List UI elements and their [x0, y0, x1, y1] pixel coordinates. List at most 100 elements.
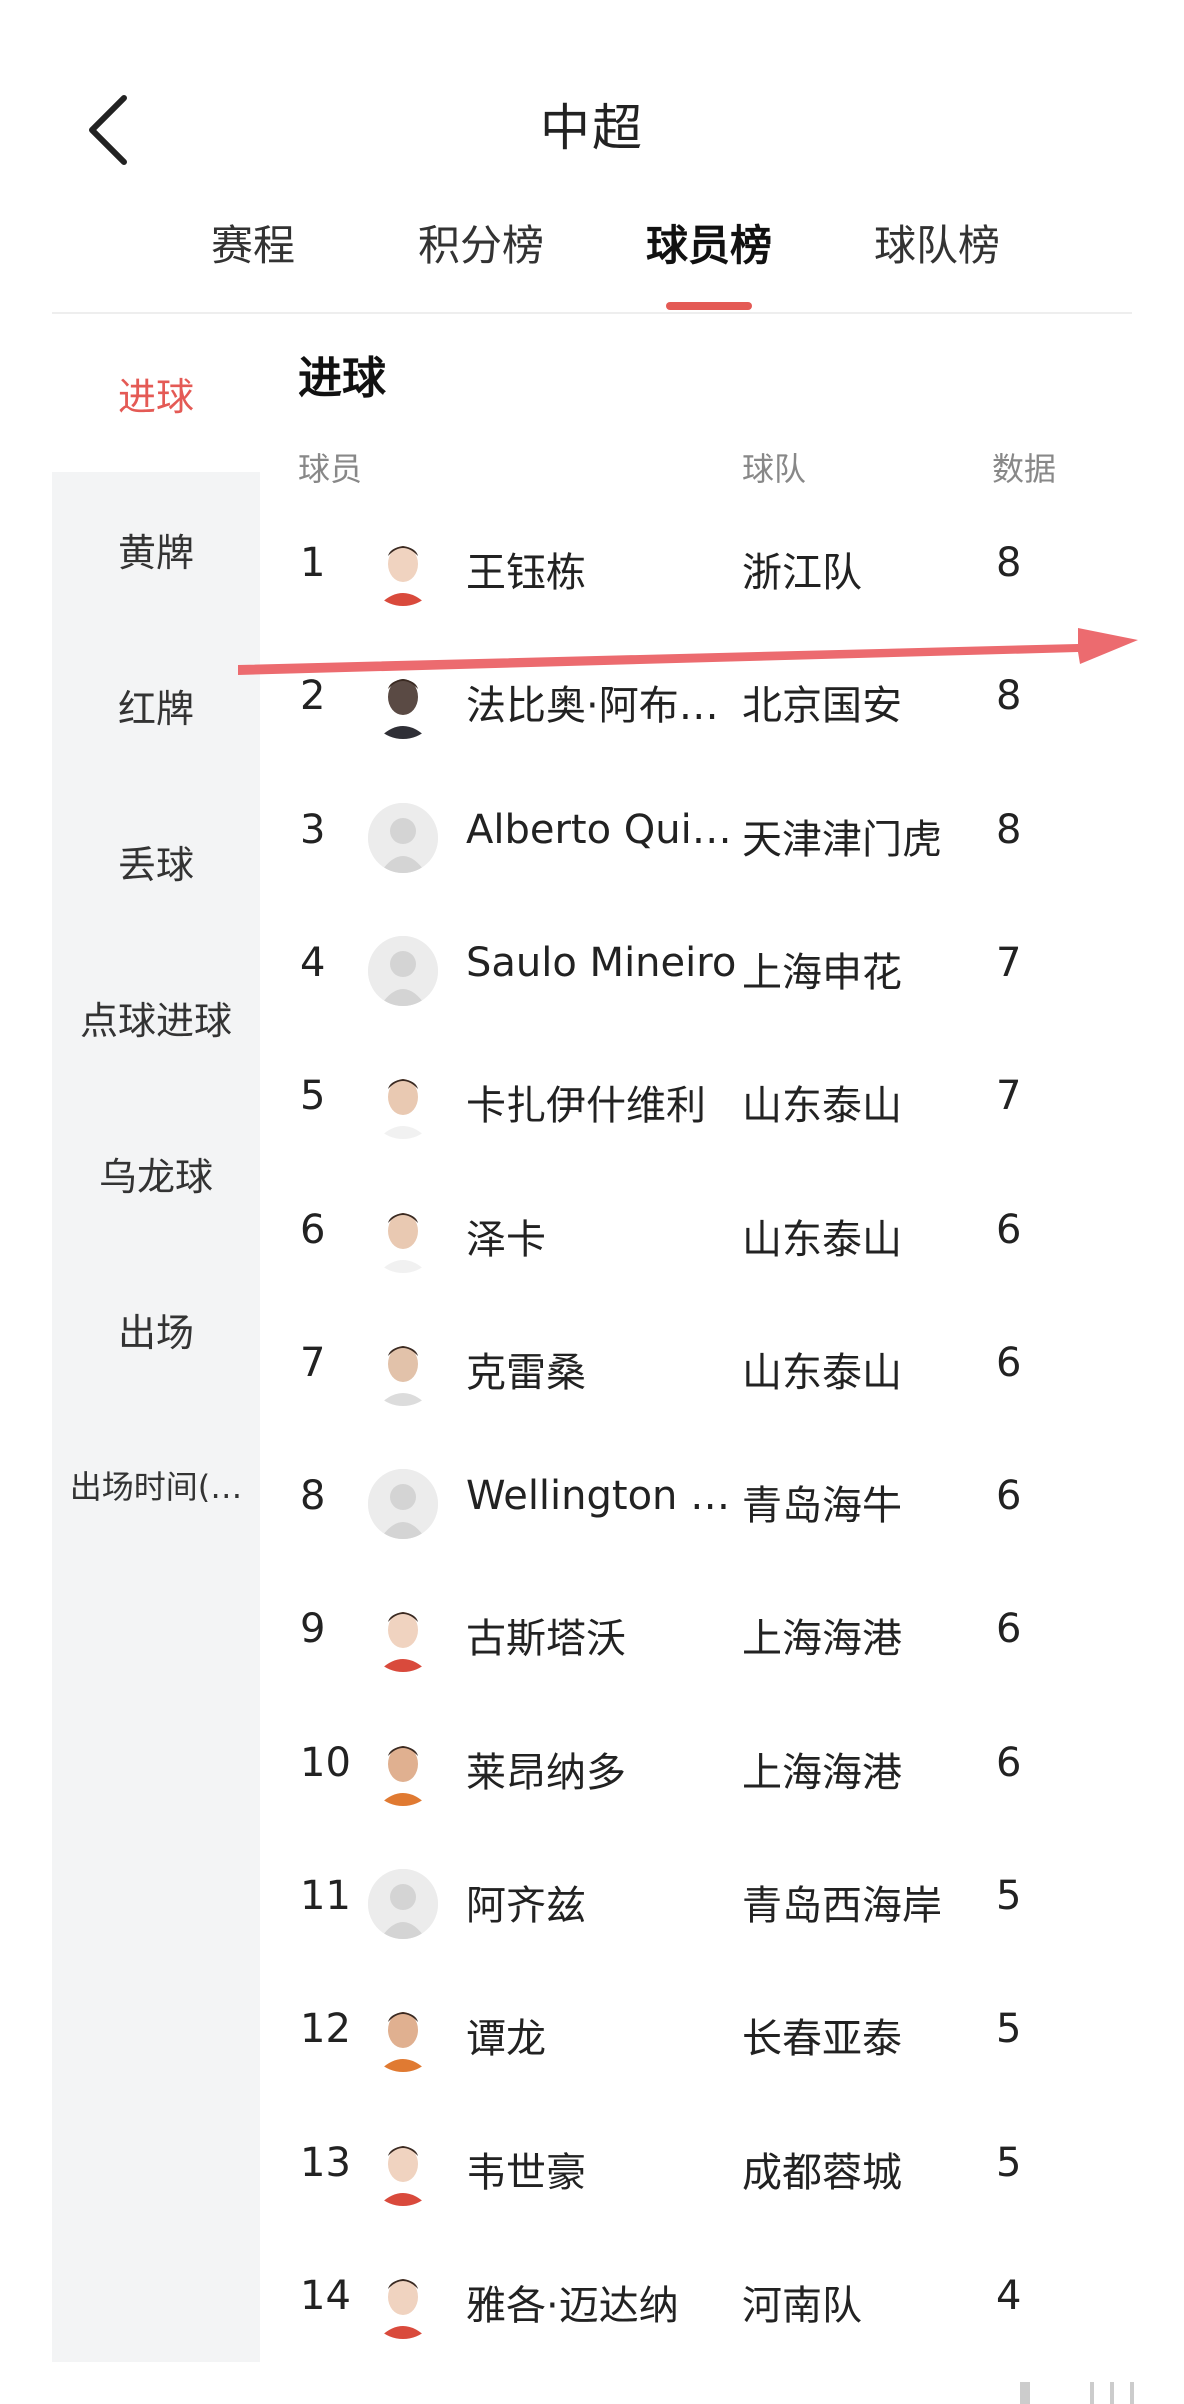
sidebar-item-yellow-cards[interactable]: 黄牌 [52, 522, 260, 577]
tab-schedule[interactable]: 赛程 [153, 212, 353, 273]
table-row[interactable]: 5 卡扎伊什维利 山东泰山 7 [260, 1039, 1132, 1172]
goal-count: 7 [996, 939, 1022, 986]
team-name: 山东泰山 [742, 1083, 902, 1130]
rank-number: 7 [300, 1339, 326, 1386]
player-name: 韦世豪 [466, 2149, 586, 2196]
goal-count: 6 [996, 1339, 1022, 1386]
team-name: 天津津门虎 [742, 816, 942, 863]
sidebar-item-minutes-played[interactable]: 出场时间(… [52, 1462, 260, 1508]
goal-count: 8 [996, 540, 1022, 586]
rank-number: 10 [300, 1739, 351, 1786]
team-name: 长春亚泰 [742, 2016, 902, 2063]
stat-category-sidebar [52, 472, 260, 2362]
avatar [368, 1735, 438, 1806]
table-row[interactable]: 7 克雷桑 山东泰山 6 [260, 1306, 1132, 1439]
sidebar-item-appearances[interactable]: 出场 [52, 1302, 260, 1357]
table-row[interactable]: 8 Wellington S… 青岛海牛 6 [260, 1439, 1132, 1572]
player-name: 谭龙 [466, 2016, 546, 2063]
avatar [368, 1202, 438, 1273]
player-name: Alberto Quiles [466, 806, 742, 853]
tab-team-rankings[interactable]: 球队榜 [837, 212, 1037, 273]
goal-count: 4 [996, 2272, 1022, 2319]
person-silhouette-icon [368, 1469, 438, 1540]
table-row[interactable]: 10 莱昂纳多 上海海港 6 [260, 1706, 1132, 1839]
avatar [368, 2002, 438, 2073]
player-name: 古斯塔沃 [466, 1616, 626, 1663]
player-name: 泽卡 [466, 1216, 546, 1263]
section-title: 进球 [298, 353, 386, 404]
rank-number: 6 [300, 1206, 326, 1253]
table-row[interactable]: 6 泽卡 山东泰山 6 [260, 1173, 1132, 1306]
team-name: 浙江队 [742, 550, 862, 596]
player-name: 阿齐兹 [466, 1883, 586, 1929]
player-name: Wellington S… [466, 1473, 742, 1520]
team-name: 青岛海牛 [742, 1483, 902, 1530]
player-name: 克雷桑 [466, 1349, 586, 1396]
goal-count: 7 [996, 1073, 1022, 1120]
goal-count: 5 [996, 2006, 1022, 2053]
player-name: 王钰栋 [466, 550, 586, 596]
sidebar-item-penalty-goals[interactable]: 点球进球 [52, 990, 260, 1045]
rank-number: 5 [300, 1073, 326, 1120]
team-name: 上海申花 [742, 949, 902, 996]
avatar [368, 1069, 438, 1140]
table-row[interactable]: 4 Saulo Mineiro 上海申花 7 [260, 906, 1132, 1039]
column-header-team: 球队 [742, 450, 807, 488]
team-name: 上海海港 [742, 1616, 902, 1663]
rank-number: 14 [300, 2272, 351, 2319]
bottom-bar-icon [1020, 2382, 1134, 2404]
page-title: 中超 [540, 99, 644, 157]
goal-count: 6 [996, 1206, 1022, 1253]
person-silhouette-icon [368, 1869, 438, 1939]
rank-number: 9 [300, 1606, 326, 1653]
rank-number: 1 [300, 540, 326, 586]
top-bar: 中超 [0, 0, 1184, 190]
rank-number: 8 [300, 1473, 326, 1520]
player-name: 雅各·迈达纳 [466, 2282, 679, 2329]
rank-number: 11 [300, 1873, 351, 1919]
person-silhouette-icon [368, 802, 438, 873]
tab-player-rankings[interactable]: 球员榜 [609, 212, 809, 273]
table-row[interactable]: 9 古斯塔沃 上海海港 6 [260, 1572, 1132, 1705]
team-name: 山东泰山 [742, 1349, 902, 1396]
sidebar-item-red-cards[interactable]: 红牌 [52, 678, 260, 733]
player-name: Saulo Mineiro [466, 939, 737, 986]
sidebar-item-goals-conceded[interactable]: 丢球 [52, 834, 260, 889]
avatar [368, 536, 438, 606]
active-tab-indicator [666, 302, 752, 310]
sidebar-item-own-goals[interactable]: 乌龙球 [52, 1146, 260, 1201]
team-name: 成都蓉城 [742, 2149, 902, 2196]
avatar [368, 1335, 438, 1406]
table-row[interactable]: 14 雅各·迈达纳 河南队 4 [260, 2239, 1132, 2372]
avatar [368, 2135, 438, 2206]
rank-number: 4 [300, 939, 326, 986]
team-name: 山东泰山 [742, 1216, 902, 1263]
tab-standings[interactable]: 积分榜 [381, 212, 581, 273]
table-row[interactable]: 11 阿齐兹 青岛西海岸 5 [260, 1839, 1132, 1972]
table-row[interactable]: 12 谭龙 长春亚泰 5 [260, 1972, 1132, 2105]
team-name: 青岛西海岸 [742, 1883, 942, 1929]
goal-count: 6 [996, 1473, 1022, 1520]
sidebar-item-goals[interactable]: 进球 [52, 366, 260, 421]
table-row[interactable]: 13 韦世豪 成都蓉城 5 [260, 2106, 1132, 2239]
avatar [368, 1602, 438, 1673]
goal-count: 8 [996, 806, 1022, 853]
player-name: 卡扎伊什维利 [466, 1083, 706, 1130]
column-header-data: 数据 [992, 450, 1057, 488]
person-silhouette-icon [368, 935, 438, 1006]
team-name: 河南队 [742, 2282, 862, 2329]
team-name: 上海海港 [742, 1749, 902, 1796]
goal-count: 6 [996, 1739, 1022, 1786]
header-divider [52, 312, 1132, 314]
goal-count: 5 [996, 1873, 1022, 1919]
tab-bar: 赛程 积分榜 球员榜 球队榜 [0, 212, 1184, 312]
annotation-arrow-right-icon [238, 628, 1138, 675]
column-header-player: 球员 [298, 450, 363, 488]
goal-count: 6 [996, 1606, 1022, 1653]
player-name: 莱昂纳多 [466, 1749, 626, 1796]
avatar [368, 2268, 438, 2339]
rank-number: 3 [300, 806, 326, 853]
table-row[interactable]: 3 Alberto Quiles 天津津门虎 8 [260, 773, 1132, 906]
rank-number: 13 [300, 2139, 351, 2186]
goal-count: 5 [996, 2139, 1022, 2186]
